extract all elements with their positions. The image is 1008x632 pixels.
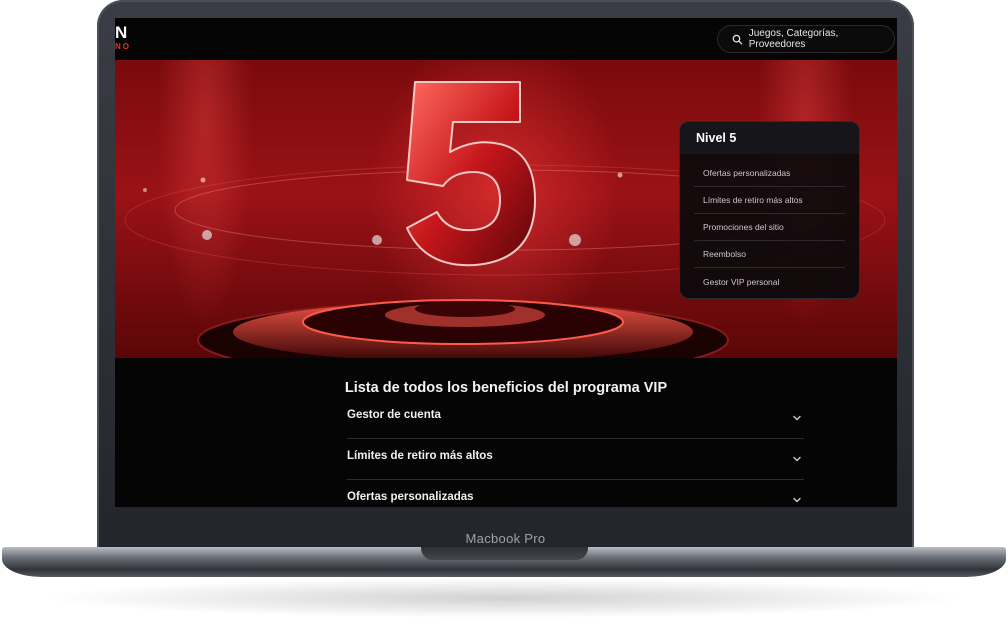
- top-bar: N NO Juegos, Categorías, Proveedores: [115, 18, 897, 60]
- hero-banner: Nivel 5 Ofertas personalizadas Límites d…: [115, 60, 897, 358]
- benefits-accordion: Gestor de cuenta Límites de retiro más a…: [347, 398, 804, 507]
- screen: N NO Juegos, Categorías, Proveedores Niv…: [115, 18, 897, 507]
- chevron-down-icon[interactable]: [792, 495, 802, 505]
- search-icon: [732, 34, 743, 44]
- logo-main: N: [115, 23, 128, 42]
- chevron-down-icon[interactable]: [792, 454, 802, 464]
- chevron-down-icon[interactable]: [792, 413, 802, 423]
- laptop-notch: [421, 547, 588, 560]
- level-benefit-item: Gestor VIP personal: [703, 276, 780, 287]
- search-bar[interactable]: Juegos, Categorías, Proveedores: [717, 25, 895, 53]
- level-card: Nivel 5 Ofertas personalizadas Límites d…: [679, 121, 860, 299]
- search-placeholder: Juegos, Categorías, Proveedores: [748, 28, 839, 50]
- level-benefits-list: Ofertas personalizadas Límites de retiro…: [680, 154, 859, 295]
- site-logo[interactable]: N NO: [115, 23, 135, 52]
- accordion-item-personalized-offers[interactable]: Ofertas personalizadas: [347, 480, 804, 507]
- accordion-label: Límites de retiro más altos: [347, 450, 493, 462]
- logo-sub: NO: [115, 42, 131, 51]
- device-label: Macbook Pro: [465, 531, 546, 546]
- accordion-item-account-manager[interactable]: Gestor de cuenta: [347, 398, 804, 439]
- benefits-heading: Lista de todos los beneficios del progra…: [344, 380, 668, 396]
- accordion-label: Gestor de cuenta: [347, 409, 441, 421]
- level-title: Nivel 5: [680, 122, 859, 154]
- level-benefit-item: Límites de retiro más altos: [694, 187, 845, 214]
- level-benefit-item: Promociones del sitio: [694, 214, 845, 241]
- device-shadow: [40, 578, 968, 618]
- level-benefit-item: Ofertas personalizadas: [694, 160, 845, 187]
- accordion-item-withdrawal-limits[interactable]: Límites de retiro más altos: [347, 439, 804, 480]
- accordion-label: Ofertas personalizadas: [347, 491, 474, 503]
- level-benefit-item: Reembolso: [694, 241, 845, 268]
